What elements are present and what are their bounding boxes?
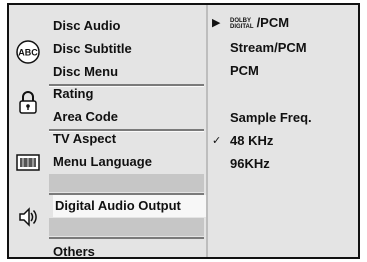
menu-item-others[interactable]: Others	[53, 241, 203, 257]
menu-item-rating[interactable]: Rating	[53, 83, 203, 105]
menu-item-digital-audio-output[interactable]: Digital Audio Output	[53, 195, 206, 217]
menu-item-tv-aspect[interactable]: TV Aspect	[53, 128, 203, 150]
option-pcm[interactable]: PCM	[230, 61, 259, 81]
svg-text:ABC: ABC	[18, 48, 38, 58]
option-dolby-pcm[interactable]: DOLBY DIGITAL /PCM	[230, 13, 289, 33]
option-stream-pcm[interactable]: Stream/PCM	[230, 38, 307, 58]
check-icon: ✓	[212, 135, 222, 147]
abc-subtitle-icon: ABC	[15, 39, 41, 65]
sample-freq-label: Sample Freq.	[230, 110, 312, 125]
empty-menu-slot	[49, 174, 204, 192]
option-48khz[interactable]: 48 KHz	[230, 131, 273, 151]
menu-item-area-code[interactable]: Area Code	[53, 106, 203, 128]
options-panel: ▶ DOLBY DIGITAL /PCM Stream/PCM PCM Samp…	[208, 5, 358, 257]
dvd-setup-screen: ABC Disc Audio Disc Subtitle Disc Menu R…	[7, 3, 360, 259]
menu-separator	[49, 237, 204, 239]
dolby-digital-logo: DOLBY DIGITAL	[230, 17, 254, 30]
menu-item-disc-menu[interactable]: Disc Menu	[53, 61, 203, 83]
selection-arrow-icon: ▶	[212, 17, 221, 29]
option-96khz[interactable]: 96KHz	[230, 154, 270, 174]
speaker-icon	[15, 204, 41, 230]
menu-item-menu-language[interactable]: Menu Language	[53, 151, 203, 173]
lock-icon	[15, 89, 41, 115]
menu-item-disc-subtitle[interactable]: Disc Subtitle	[53, 38, 203, 60]
tv-aspect-icon	[15, 149, 41, 175]
setup-menu-panel: ABC Disc Audio Disc Subtitle Disc Menu R…	[9, 5, 206, 257]
menu-item-disc-audio[interactable]: Disc Audio	[53, 15, 203, 37]
empty-menu-slot	[49, 218, 204, 236]
